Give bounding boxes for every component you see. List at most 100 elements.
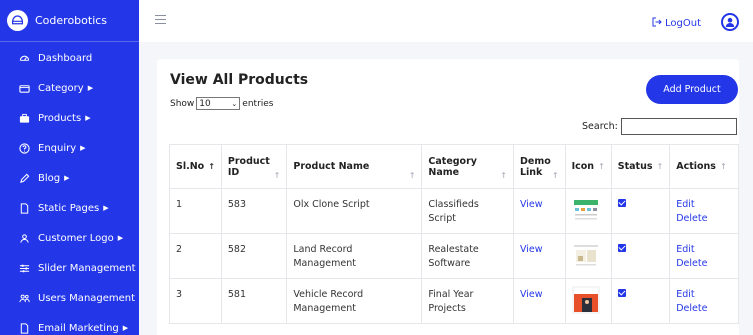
column-header-icon[interactable]: Icon ↑ (564, 144, 612, 189)
status-checkbox[interactable] (617, 244, 626, 252)
menu-toggle-icon[interactable] (155, 15, 166, 25)
sidebar-item-label: Blog (38, 172, 61, 184)
sidebar-item-label: Dashboard (38, 52, 93, 64)
logout-label: LogOut (665, 18, 701, 29)
demo-view-link[interactable]: View (512, 188, 566, 234)
search-control: Search: (582, 118, 737, 135)
product-thumbnail (571, 241, 600, 269)
sidebar-item-blog[interactable]: Blog ▶ (0, 163, 139, 193)
cell-category-name: Classifieds Script (421, 188, 514, 234)
cell-category-name: Realestate Software (421, 233, 514, 279)
cell-product-id: 581 (220, 278, 288, 324)
table-row: 1 583 Olx Clone Script Classifieds Scrip… (169, 188, 739, 234)
cell-actions: Edit Delete (669, 233, 739, 279)
sidebar-item-label: Category (38, 82, 84, 94)
edit-link[interactable]: Edit (676, 198, 732, 212)
sort-icon: ↑ (656, 162, 664, 171)
avatar[interactable] (721, 13, 739, 31)
sidebar-item-email-marketing[interactable]: Email Marketing ▶ (0, 313, 139, 335)
brand-name: Coderobotics (35, 14, 108, 27)
sidebar-item-dashboard[interactable]: Dashboard (0, 43, 139, 73)
entries-length-control: Show 10 ⌄ entries (170, 97, 274, 110)
column-header-product-id[interactable]: Product ID ↑ (220, 144, 288, 189)
table-row: 3 581 Vehicle Record Management Final Yea… (169, 278, 739, 324)
edit-link[interactable]: Edit (676, 243, 732, 257)
dashboard-icon (18, 52, 30, 64)
sidebar-item-customer-logo[interactable]: Customer Logo ▶ (0, 223, 139, 253)
cell-status (610, 233, 671, 279)
caret-right-icon: ▶ (103, 204, 109, 212)
sort-asc-icon: ↑ (208, 162, 215, 171)
delete-link[interactable]: Delete (676, 257, 732, 271)
caret-right-icon: ▶ (122, 324, 129, 332)
caret-right-icon: ▶ (80, 144, 86, 152)
entries-select[interactable]: 10 ⌄ (196, 97, 241, 110)
delete-link[interactable]: Delete (676, 302, 732, 316)
sort-icon: ↑ (273, 171, 281, 180)
demo-view-link[interactable]: View (512, 278, 566, 324)
cell-icon (564, 188, 612, 234)
cell-product-name: Land Record Management (286, 233, 423, 279)
sort-icon: ↑ (598, 162, 605, 171)
sidebar-nav: Dashboard Category ▶ Products ▶ Enquiry … (0, 42, 139, 335)
entries-value: 10 (199, 98, 211, 109)
pen-icon (18, 172, 30, 184)
user-avatar-icon (724, 13, 736, 32)
chevron-down-icon: ⌄ (231, 99, 238, 108)
sort-icon: ↑ (408, 171, 416, 180)
search-label: Search: (582, 121, 618, 132)
column-header-demo-link[interactable]: Demo Link ↑ (512, 144, 566, 189)
sidebar-item-label: Static Pages (38, 202, 100, 214)
sidebar-item-enquiry[interactable]: Enquiry ▶ (0, 133, 139, 163)
sort-icon: ↑ (551, 171, 559, 180)
logout-link[interactable]: LogOut (652, 17, 701, 30)
folder-icon (18, 82, 30, 94)
cell-slno: 3 (169, 278, 222, 324)
cell-slno: 2 (169, 233, 222, 279)
cell-product-id: 583 (220, 188, 288, 234)
sidebar-item-label: Products (38, 112, 82, 124)
cell-icon (564, 233, 612, 279)
demo-view-link[interactable]: View (512, 233, 566, 279)
cell-product-name: Vehicle Record Management (286, 278, 423, 324)
sidebar-item-category[interactable]: Category ▶ (0, 73, 139, 103)
sidebar-item-label: Users Management (38, 292, 136, 304)
page-title: View All Products (170, 72, 309, 88)
cell-status (610, 188, 671, 234)
cell-icon (564, 278, 612, 324)
sidebar: Coderobotics Dashboard Category ▶ Produc… (0, 0, 139, 335)
brand[interactable]: Coderobotics (0, 0, 139, 42)
column-header-category-name[interactable]: Category Name ↑ (421, 144, 514, 189)
cell-category-name: Final Year Projects (421, 278, 514, 324)
status-checkbox[interactable] (617, 199, 626, 207)
show-label: Show (170, 98, 195, 109)
column-header-slno[interactable]: Sl.No ↑ (169, 144, 222, 189)
products-card: View All Products Add Product Show 10 ⌄ … (157, 59, 739, 335)
table-header-row: Sl.No ↑ Product ID ↑ Product Name ↑ Category… (169, 144, 739, 189)
sidebar-item-static-pages[interactable]: Static Pages ▶ (0, 193, 139, 223)
sidebar-item-slider-management[interactable]: Slider Management (0, 253, 139, 283)
caret-right-icon: ▶ (64, 174, 70, 182)
status-checkbox[interactable] (617, 289, 626, 297)
sort-icon: ↑ (719, 162, 727, 171)
column-header-status[interactable]: Status ↑ (610, 144, 671, 189)
sidebar-item-label: Customer Logo (38, 232, 114, 244)
column-header-actions[interactable]: Actions ↑ (669, 144, 739, 189)
sidebar-item-products[interactable]: Products ▶ (0, 103, 139, 133)
product-thumbnail (571, 286, 600, 314)
sidebar-item-users-management[interactable]: Users Management (0, 283, 139, 313)
caret-right-icon: ▶ (85, 114, 91, 122)
page-icon (18, 202, 30, 214)
sidebar-item-label: Email Marketing (38, 322, 119, 334)
caret-right-icon: ▶ (87, 84, 94, 92)
mail-icon (18, 322, 30, 334)
products-table: Sl.No ↑ Product ID ↑ Product Name ↑ Category… (169, 144, 739, 324)
add-product-button[interactable]: Add Product (646, 75, 738, 104)
column-header-product-name[interactable]: Product Name ↑ (286, 144, 423, 189)
search-input[interactable] (620, 118, 737, 135)
edit-link[interactable]: Edit (676, 288, 732, 302)
sidebar-item-label: Slider Management (38, 262, 136, 274)
cell-status (610, 278, 671, 324)
sidebar-item-label: Enquiry (38, 142, 77, 154)
delete-link[interactable]: Delete (676, 212, 732, 226)
